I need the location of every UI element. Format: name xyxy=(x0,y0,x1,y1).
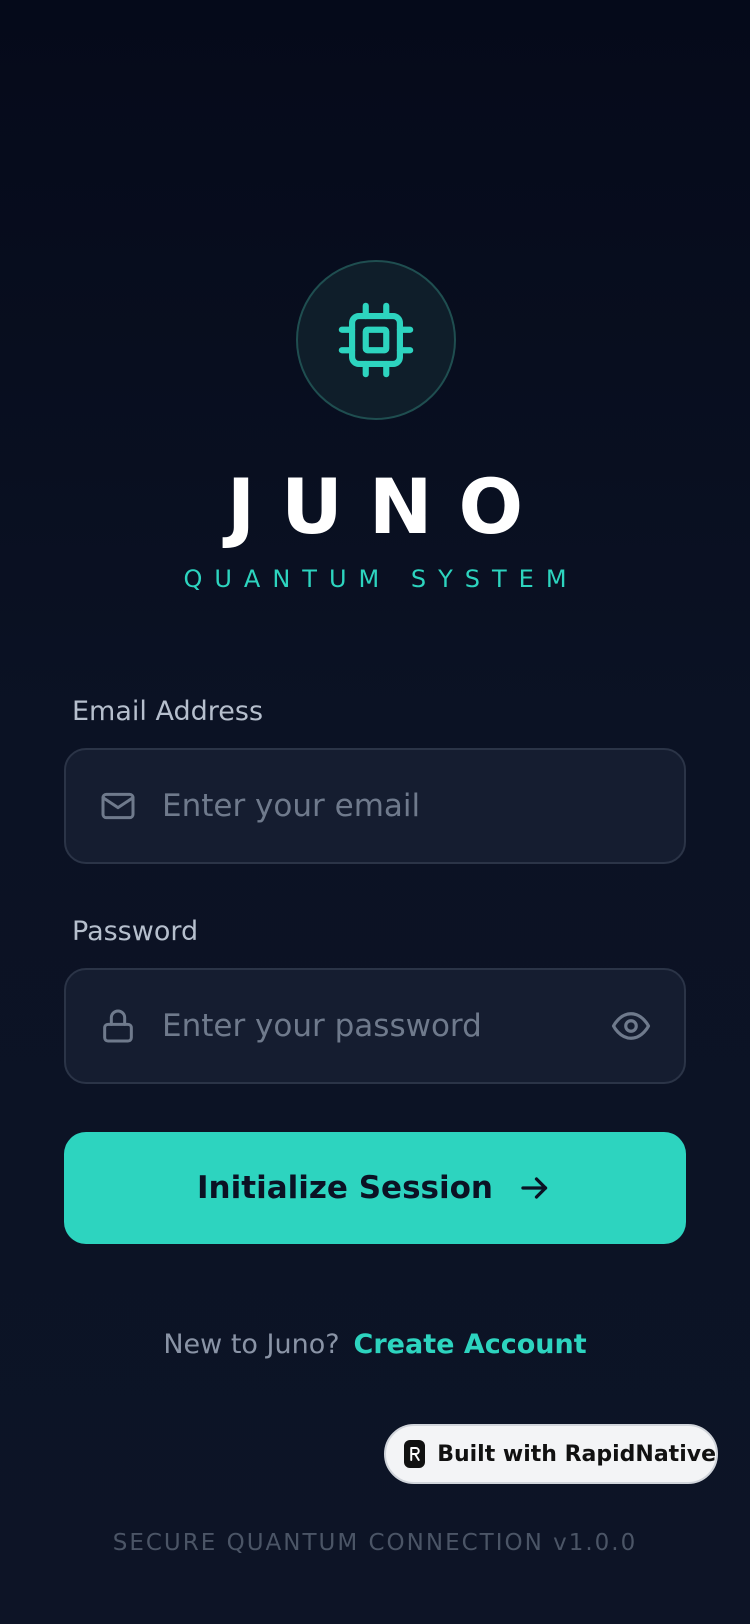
email-label: Email Address xyxy=(72,696,264,727)
lock-icon xyxy=(103,1009,133,1043)
initialize-session-button[interactable]: Initialize Session xyxy=(64,1132,686,1244)
built-with-label: Built with RapidNative xyxy=(437,1441,716,1467)
initialize-session-label: Initialize Session xyxy=(197,1170,493,1206)
email-field-container[interactable] xyxy=(64,748,686,864)
built-with-badge[interactable]: Built with RapidNative xyxy=(384,1424,718,1484)
eye-icon[interactable] xyxy=(610,1005,652,1047)
cpu-chip-icon xyxy=(338,302,414,378)
footer-version: SECURE QUANTUM CONNECTION v1.0.0 xyxy=(112,1530,638,1556)
app-title: JUNO xyxy=(226,462,550,551)
email-input[interactable] xyxy=(162,750,594,862)
password-field-container[interactable] xyxy=(64,968,686,1084)
mail-icon xyxy=(101,792,135,820)
password-input[interactable] xyxy=(162,970,594,1082)
create-account-link[interactable]: Create Account xyxy=(354,1329,587,1360)
password-label: Password xyxy=(72,916,199,947)
signup-prompt: New to Juno? xyxy=(163,1329,340,1360)
signup-row: New to Juno? Create Account xyxy=(0,1325,750,1365)
rapidnative-logo-icon xyxy=(404,1440,426,1468)
logo-badge xyxy=(296,260,456,420)
app-subtitle: QUANTUM SYSTEM xyxy=(183,565,579,593)
arrow-right-icon xyxy=(521,1177,548,1199)
